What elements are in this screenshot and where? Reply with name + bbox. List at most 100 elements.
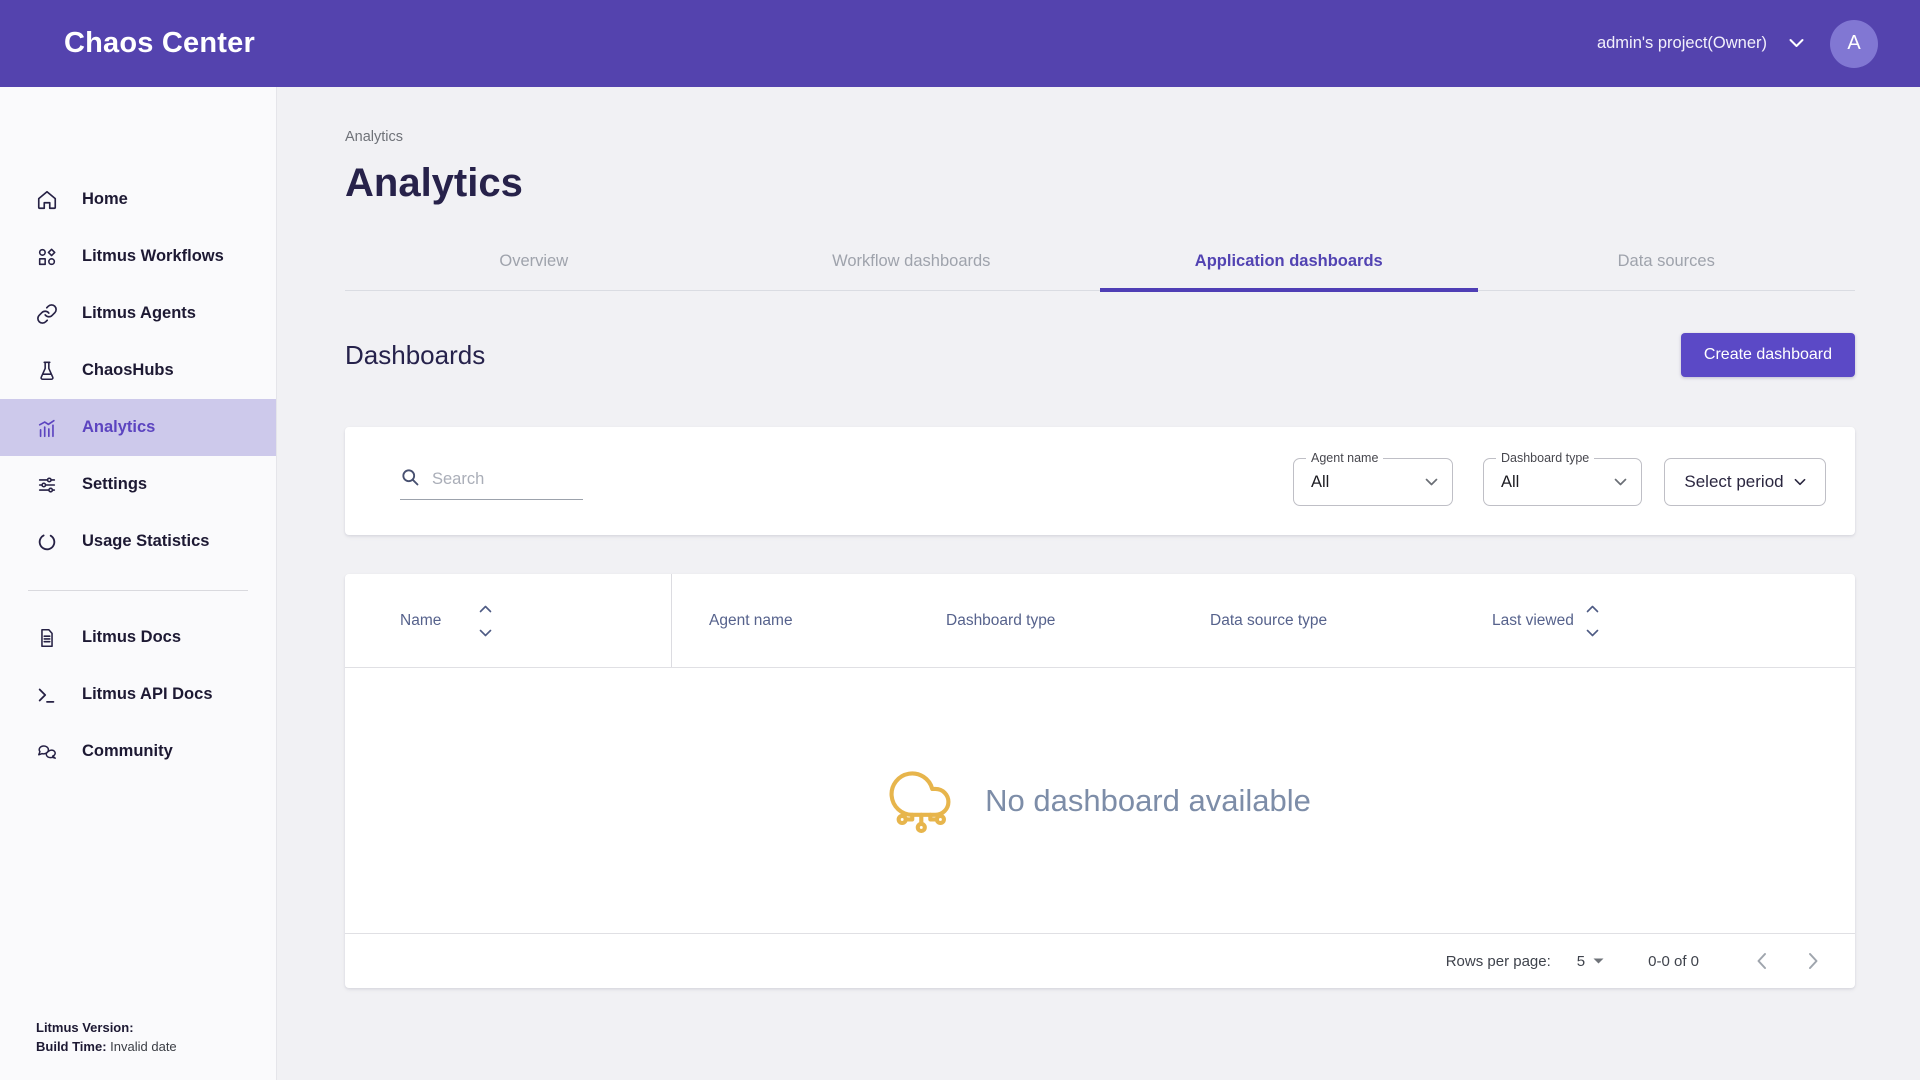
sidebar-item-analytics[interactable]: Analytics <box>0 399 276 456</box>
sort-arrows-name[interactable] <box>479 605 492 637</box>
project-selector[interactable]: admin's project(Owner) <box>1597 34 1804 53</box>
litmus-version-label: Litmus Version: <box>36 1020 134 1035</box>
usage-circle-icon <box>36 530 58 554</box>
chat-bubbles-icon <box>36 740 58 764</box>
dashboard-type-select-value: All <box>1501 473 1606 492</box>
dashboard-type-select-label: Dashboard type <box>1496 451 1594 465</box>
sidebar-item-label: ChaosHubs <box>82 361 174 380</box>
breadcrumb: Analytics <box>345 129 1855 145</box>
search-icon <box>400 467 420 492</box>
sort-asc-icon <box>479 605 492 613</box>
column-label: Name <box>400 612 441 630</box>
dropdown-caret-icon <box>1593 958 1604 964</box>
search-input[interactable] <box>432 470 583 489</box>
create-dashboard-button[interactable]: Create dashboard <box>1681 333 1855 377</box>
sidebar-item-litmus-workflows[interactable]: Litmus Workflows <box>0 228 276 285</box>
table-header-row: Name Agent name Dashboard type Data sour… <box>345 574 1855 668</box>
page-title: Analytics <box>345 157 1855 209</box>
column-header-name: Name <box>345 574 672 667</box>
section-header-row: Dashboards Create dashboard <box>345 333 1855 377</box>
flask-icon <box>36 359 58 383</box>
sort-desc-icon <box>479 629 492 637</box>
rows-per-page-label: Rows per page: <box>1446 953 1551 970</box>
rows-per-page-value: 5 <box>1577 953 1585 970</box>
next-page-button[interactable] <box>1793 941 1833 981</box>
document-icon <box>36 626 58 650</box>
chevron-down-icon <box>1789 34 1804 53</box>
top-header: Chaos Center admin's project(Owner) A <box>0 0 1920 87</box>
column-label: Data source type <box>1210 612 1327 630</box>
column-header-dashboard-type: Dashboard type <box>909 574 1173 667</box>
sliders-icon <box>36 473 58 497</box>
link-icon <box>36 302 58 326</box>
build-time-value: Invalid date <box>110 1039 177 1054</box>
column-label: Agent name <box>709 612 793 630</box>
table-empty-state: No dashboard available <box>345 668 1855 933</box>
dashboard-type-select[interactable]: Dashboard type All <box>1483 458 1642 506</box>
filter-panel: Agent name All Dashboard type All Select… <box>345 427 1855 535</box>
tab-data-sources[interactable]: Data sources <box>1478 235 1856 292</box>
sidebar-item-label: Settings <box>82 475 147 494</box>
sidebar-item-label: Community <box>82 742 173 761</box>
sidebar-divider <box>28 590 248 591</box>
column-header-last-viewed: Last viewed <box>1455 574 1855 667</box>
chevron-right-icon <box>1808 952 1819 970</box>
bar-chart-icon <box>36 416 58 440</box>
empty-message: No dashboard available <box>985 783 1311 819</box>
pagination-range: 0-0 of 0 <box>1648 953 1699 970</box>
sidebar-item-community[interactable]: Community <box>0 723 276 780</box>
main-layout: Home Litmus Workflows Litmus Agents Chao… <box>0 87 1920 1080</box>
tab-overview[interactable]: Overview <box>345 235 723 292</box>
home-icon <box>36 188 58 212</box>
column-label: Last viewed <box>1492 612 1574 630</box>
workflows-icon <box>36 245 58 269</box>
sidebar-item-chaoshubs[interactable]: ChaosHubs <box>0 342 276 399</box>
chaos-center-app: Chaos Center admin's project(Owner) A Ho… <box>0 0 1920 1080</box>
sidebar-item-usage-statistics[interactable]: Usage Statistics <box>0 513 276 570</box>
avatar[interactable]: A <box>1830 20 1878 68</box>
agent-name-select-value: All <box>1311 473 1417 492</box>
sidebar-item-label: Analytics <box>82 418 155 437</box>
avatar-letter: A <box>1847 32 1860 55</box>
sidebar-item-label: Usage Statistics <box>82 532 209 551</box>
sidebar: Home Litmus Workflows Litmus Agents Chao… <box>0 87 277 1080</box>
sidebar-item-label: Litmus Workflows <box>82 247 224 266</box>
sort-desc-icon <box>1586 629 1599 637</box>
chevron-down-icon <box>1794 478 1806 486</box>
section-title: Dashboards <box>345 340 1681 371</box>
build-time-label: Build Time: <box>36 1039 107 1054</box>
app-title: Chaos Center <box>64 27 255 60</box>
sidebar-item-label: Home <box>82 190 128 209</box>
sidebar-item-label: Litmus Docs <box>82 628 181 647</box>
sidebar-item-home[interactable]: Home <box>0 171 276 228</box>
sidebar-item-settings[interactable]: Settings <box>0 456 276 513</box>
chevron-down-icon <box>1425 478 1438 486</box>
sort-arrows-last-viewed[interactable] <box>1586 605 1599 637</box>
tab-workflow-dashboards[interactable]: Workflow dashboards <box>723 235 1101 292</box>
dashboards-table: Name Agent name Dashboard type Data sour… <box>345 574 1855 988</box>
sidebar-item-litmus-api-docs[interactable]: Litmus API Docs <box>0 666 276 723</box>
terminal-icon <box>36 683 58 707</box>
search-field[interactable] <box>400 467 583 500</box>
content-area: Analytics Analytics Overview Workflow da… <box>277 87 1920 1080</box>
select-period-label: Select period <box>1684 472 1783 492</box>
cloud-network-icon <box>889 763 951 838</box>
tab-bar: Overview Workflow dashboards Application… <box>345 235 1855 291</box>
sort-asc-icon <box>1586 605 1599 613</box>
sidebar-item-litmus-docs[interactable]: Litmus Docs <box>0 609 276 666</box>
tab-application-dashboards[interactable]: Application dashboards <box>1100 235 1478 292</box>
agent-name-select-label: Agent name <box>1306 451 1383 465</box>
sidebar-item-label: Litmus API Docs <box>82 685 213 704</box>
agent-name-select[interactable]: Agent name All <box>1293 458 1453 506</box>
sidebar-item-label: Litmus Agents <box>82 304 196 323</box>
previous-page-button[interactable] <box>1741 941 1781 981</box>
column-header-agent-name: Agent name <box>672 574 909 667</box>
select-period-button[interactable]: Select period <box>1664 458 1826 506</box>
project-selector-label: admin's project(Owner) <box>1597 34 1767 53</box>
column-label: Dashboard type <box>946 612 1055 630</box>
sidebar-item-litmus-agents[interactable]: Litmus Agents <box>0 285 276 342</box>
chevron-left-icon <box>1756 952 1767 970</box>
rows-per-page-select[interactable]: 5 <box>1577 953 1604 970</box>
column-header-data-source-type: Data source type <box>1173 574 1455 667</box>
chevron-down-icon <box>1614 478 1627 486</box>
